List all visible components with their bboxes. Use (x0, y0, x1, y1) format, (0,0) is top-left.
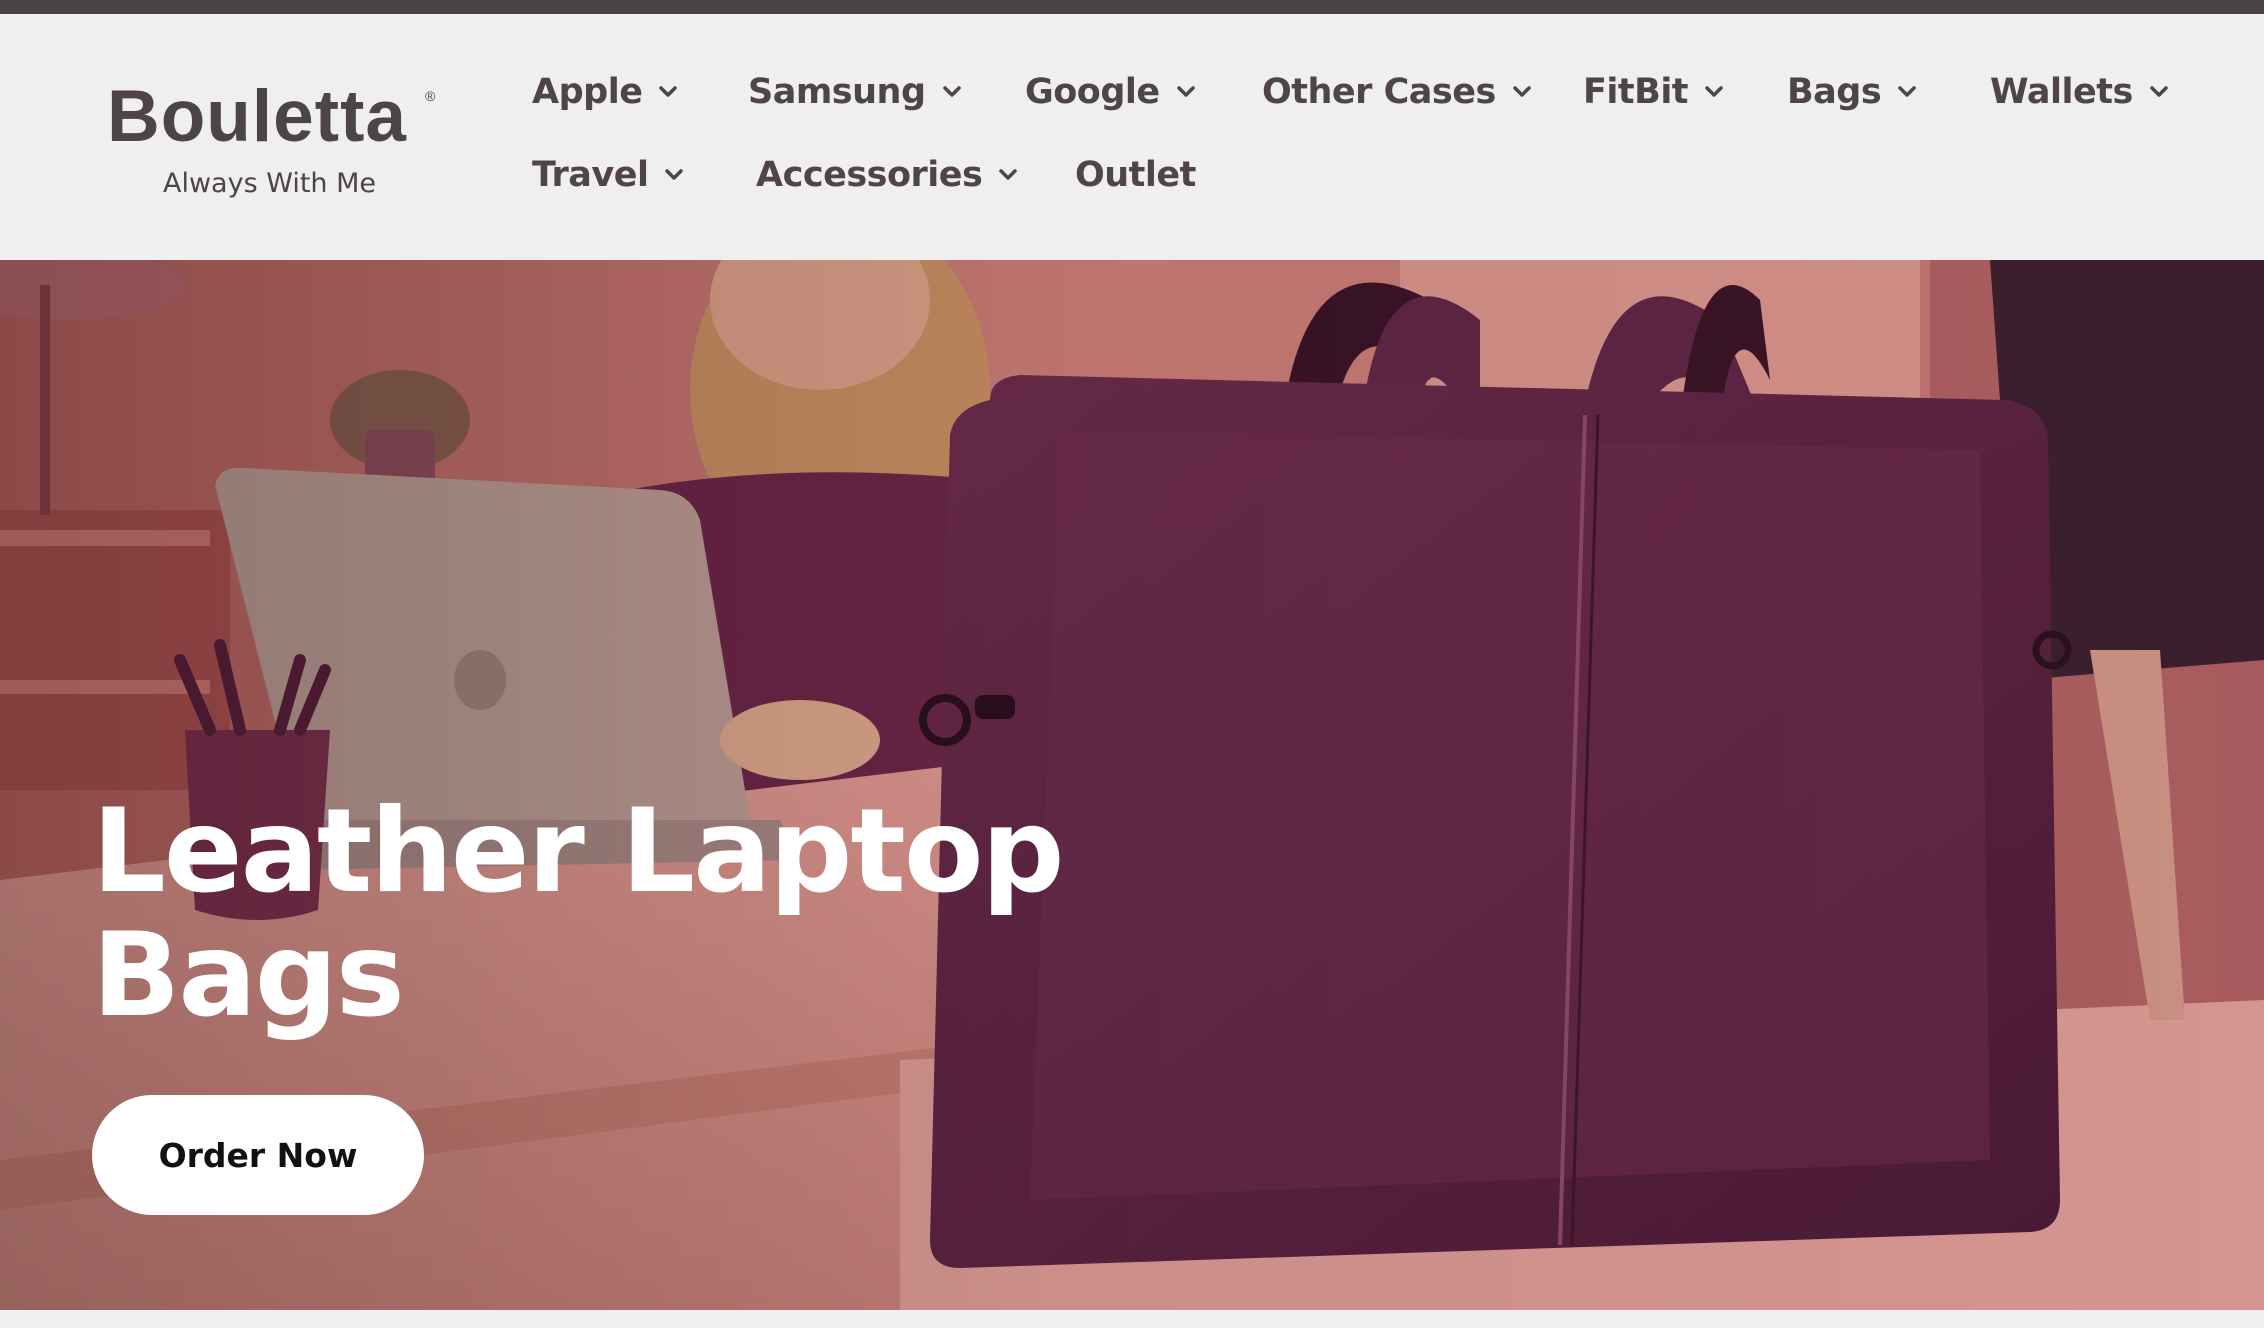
nav-item-label: Apple (532, 72, 643, 112)
chevron-down-icon (1176, 82, 1196, 102)
site-header: Bouletta ® Always With Me Apple Samsung … (0, 14, 2264, 260)
chevron-down-icon (1512, 82, 1532, 102)
hero-banner: Leather Laptop Bags Order Now (0, 260, 2264, 1310)
brand-logo[interactable]: Bouletta ® Always With Me (107, 80, 447, 210)
bottom-divider (0, 1310, 2264, 1328)
chevron-down-icon (1704, 82, 1724, 102)
order-now-button[interactable]: Order Now (92, 1095, 424, 1215)
hero-title-line1: Leather Laptop (92, 784, 1065, 919)
nav-item-apple[interactable]: Apple (532, 72, 678, 112)
nav-item-accessories[interactable]: Accessories (756, 155, 1018, 195)
nav-item-google[interactable]: Google (1025, 72, 1196, 112)
nav-item-wallets[interactable]: Wallets (1990, 72, 2169, 112)
nav-item-label: Outlet (1075, 155, 1196, 195)
chevron-down-icon (998, 165, 1018, 185)
nav-item-label: Wallets (1990, 72, 2133, 112)
chevron-down-icon (1897, 82, 1917, 102)
nav-item-outlet[interactable]: Outlet (1075, 155, 1196, 195)
nav-item-samsung[interactable]: Samsung (748, 72, 962, 112)
chevron-down-icon (664, 165, 684, 185)
nav-item-other-cases[interactable]: Other Cases (1262, 72, 1532, 112)
hero-title: Leather Laptop Bags (92, 790, 1092, 1038)
brand-name: Bouletta (107, 76, 407, 157)
chevron-down-icon (658, 82, 678, 102)
nav-item-travel[interactable]: Travel (532, 155, 684, 195)
hero-title-line2: Bags (92, 908, 405, 1043)
nav-item-label: Other Cases (1262, 72, 1496, 112)
registered-mark: ® (425, 88, 436, 104)
nav-item-bags[interactable]: Bags (1787, 72, 1917, 112)
nav-item-label: Google (1025, 72, 1160, 112)
nav-item-label: Travel (532, 155, 649, 195)
nav-item-label: Samsung (748, 72, 926, 112)
nav-item-label: FitBit (1583, 72, 1689, 112)
nav-item-fitbit[interactable]: FitBit (1583, 72, 1724, 112)
nav-item-label: Bags (1787, 72, 1882, 112)
chevron-down-icon (942, 82, 962, 102)
top-accent-bar (0, 0, 2264, 14)
nav-item-label: Accessories (756, 155, 983, 195)
brand-tagline: Always With Me (163, 168, 377, 199)
chevron-down-icon (2149, 82, 2169, 102)
